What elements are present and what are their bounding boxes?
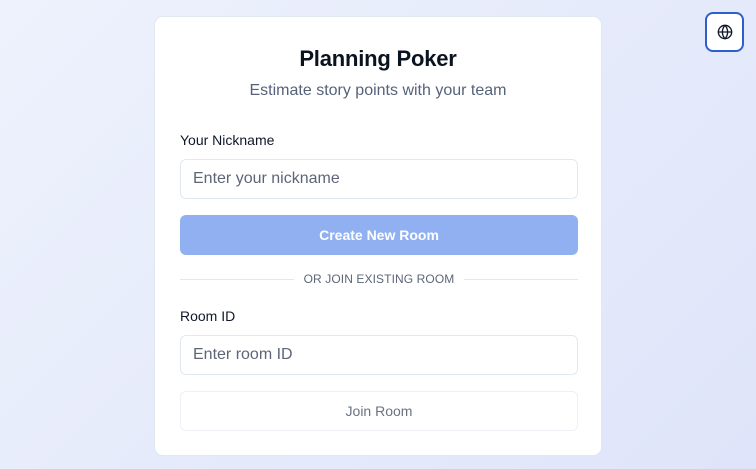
divider-line-right <box>464 278 578 280</box>
room-card: Planning Poker Estimate story points wit… <box>154 16 602 456</box>
join-room-button[interactable]: Join Room <box>180 391 578 431</box>
divider-text: OR JOIN EXISTING ROOM <box>303 272 455 286</box>
create-room-button[interactable]: Create New Room <box>180 215 578 255</box>
room-id-label: Room ID <box>180 308 236 324</box>
room-id-input[interactable] <box>180 335 578 375</box>
language-button[interactable] <box>705 12 744 52</box>
globe-icon <box>717 24 733 40</box>
nickname-input[interactable] <box>180 159 578 199</box>
join-divider: OR JOIN EXISTING ROOM <box>180 271 578 287</box>
nickname-label: Your Nickname <box>180 132 275 148</box>
page-subtitle: Estimate story points with your team <box>249 82 507 99</box>
page-title: Planning Poker <box>299 46 457 71</box>
divider-line-left <box>180 278 294 280</box>
